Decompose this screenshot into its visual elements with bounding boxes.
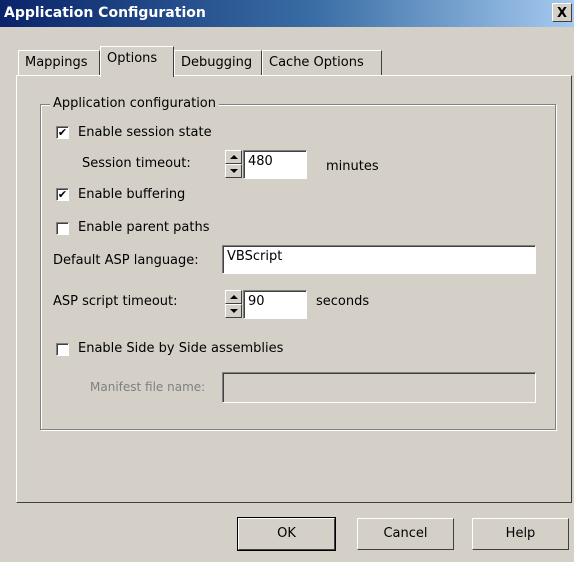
asp-script-timeout-unit: seconds (316, 294, 370, 309)
default-asp-language-label: Default ASP language: (53, 253, 199, 268)
asp-script-timeout-input[interactable]: 90 (243, 290, 307, 319)
manifest-file-name-input (222, 372, 536, 403)
ok-button[interactable]: OK (237, 517, 336, 551)
spin-up-icon[interactable] (225, 290, 242, 304)
manifest-file-name-label: Manifest file name: (90, 380, 206, 394)
session-timeout-spinner[interactable] (225, 150, 242, 178)
help-button[interactable]: Help (472, 518, 569, 550)
enable-side-by-side-label: Enable Side by Side assemblies (78, 341, 284, 356)
session-timeout-label: Session timeout: (82, 156, 191, 171)
window-title: Application Configuration (4, 5, 206, 21)
cancel-button[interactable]: Cancel (357, 518, 454, 550)
title-bar: Application Configuration X (0, 0, 574, 27)
tab-debugging[interactable]: Debugging (174, 50, 262, 75)
session-timeout-unit: minutes (326, 159, 379, 174)
checkmark-icon: ✔ (57, 188, 68, 201)
spin-up-icon[interactable] (225, 150, 242, 164)
enable-buffering-checkbox[interactable]: ✔ (56, 188, 69, 201)
tab-mappings[interactable]: Mappings (18, 50, 100, 75)
spin-down-icon[interactable] (225, 164, 242, 178)
enable-session-state-label: Enable session state (78, 125, 212, 140)
spin-down-icon[interactable] (225, 304, 242, 318)
group-title: Application configuration (50, 96, 220, 111)
checkmark-icon: ✔ (57, 126, 68, 139)
asp-script-timeout-spinner[interactable] (225, 290, 242, 318)
default-asp-language-input[interactable]: VBScript (222, 245, 536, 274)
tab-options[interactable]: Options (100, 46, 174, 77)
asp-script-timeout-label: ASP script timeout: (53, 294, 178, 309)
enable-session-state-checkbox[interactable]: ✔ (56, 126, 69, 139)
enable-parent-paths-label: Enable parent paths (78, 220, 210, 235)
close-button[interactable]: X (552, 3, 572, 22)
enable-side-by-side-checkbox[interactable] (56, 343, 69, 356)
tab-cache-options[interactable]: Cache Options (262, 50, 382, 75)
enable-parent-paths-checkbox[interactable] (56, 222, 69, 235)
session-timeout-input[interactable]: 480 (243, 150, 307, 179)
enable-buffering-label: Enable buffering (78, 187, 186, 202)
